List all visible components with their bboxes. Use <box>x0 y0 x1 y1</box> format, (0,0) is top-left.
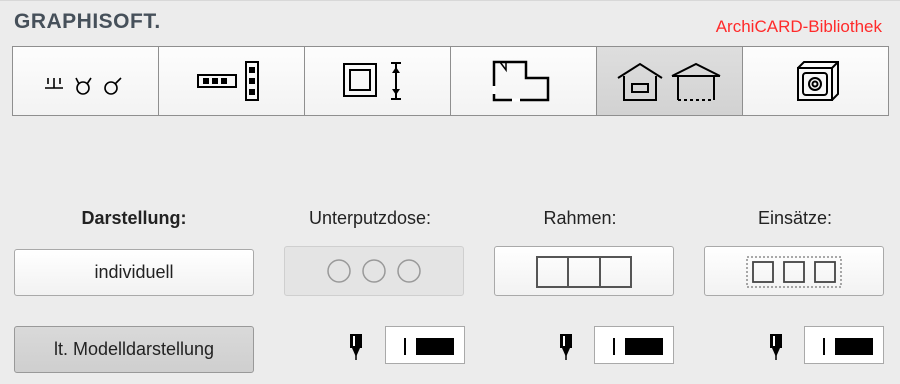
sockets-preview-icon <box>327 259 421 283</box>
einsaetze-label: Einsätze: <box>757 208 833 228</box>
modelldarstellung-button[interactable]: lt. Modelldarstellung <box>14 326 254 373</box>
frame-height-icon <box>342 62 401 100</box>
house-garage-icon <box>616 62 720 101</box>
pen-icon <box>560 334 572 360</box>
unterputzdose-pen-field[interactable] <box>385 326 465 364</box>
tab-sockets[interactable] <box>13 47 159 115</box>
pen-weight-marker <box>404 338 406 355</box>
sockets-icon <box>44 77 122 95</box>
pen-icon <box>770 334 782 360</box>
pen-weight-marker <box>823 338 825 355</box>
graphisoft-logo: GRAPHISOFT. <box>14 10 161 33</box>
frame-preview-icon <box>536 256 632 288</box>
pen-icon <box>350 334 362 360</box>
darstellung-label: Darstellung: <box>81 208 187 228</box>
switch-strip-icon <box>196 61 259 101</box>
tab-floor-plan[interactable] <box>451 47 597 115</box>
pen-color-swatch <box>625 338 663 355</box>
rahmen-preview-button[interactable] <box>494 246 674 296</box>
unterputzdose-label: Unterputzdose: <box>308 208 432 228</box>
einsaetze-pen-field[interactable] <box>804 326 884 364</box>
tab-frame-height[interactable] <box>305 47 451 115</box>
tab-3d-view[interactable] <box>743 47 888 115</box>
rahmen-label: Rahmen: <box>543 208 617 228</box>
unterputzdose-preview <box>284 246 464 296</box>
3d-view-icon <box>796 61 839 101</box>
tab-house-garage[interactable] <box>597 47 743 115</box>
floor-plan-icon <box>492 60 549 102</box>
pen-weight-marker <box>613 338 615 355</box>
library-title: ArchiCARD-Bibliothek <box>715 17 882 36</box>
rahmen-pen-field[interactable] <box>594 326 674 364</box>
individuell-button[interactable]: individuell <box>14 249 254 296</box>
tab-switch-strip[interactable] <box>159 47 305 115</box>
pen-color-swatch <box>416 338 454 355</box>
inserts-preview-icon <box>746 256 842 288</box>
einsaetze-preview-button[interactable] <box>704 246 884 296</box>
pen-color-swatch <box>835 338 873 355</box>
view-tab-bar <box>12 46 889 116</box>
top-divider <box>0 0 900 1</box>
